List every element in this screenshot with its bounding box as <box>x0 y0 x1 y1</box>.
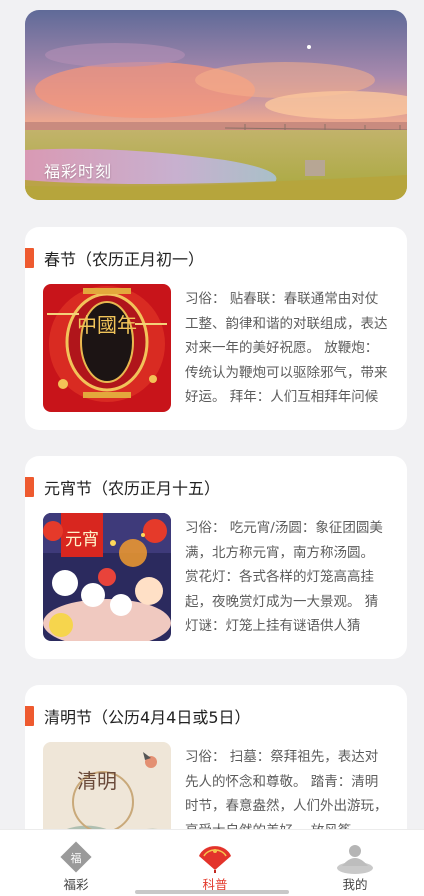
card-title: 元宵节（农历正月十五） <box>44 479 221 498</box>
home-indicator <box>135 890 289 894</box>
accent-bar <box>25 706 34 726</box>
festival-card-lantern[interactable]: 元宵节（农历正月十五） 元宵 习俗： 吃元宵/汤圆：象征团圆美满，北方称元宵，南… <box>25 456 407 659</box>
image-text: 元宵 <box>65 530 99 550</box>
accent-bar <box>25 248 34 268</box>
tab-profile[interactable]: 我的 <box>285 830 424 896</box>
fan-icon <box>196 840 234 878</box>
card-header: 清明节（公历4月4日或5日） <box>25 705 251 727</box>
bottom-tab-bar: 福 福彩 科普 我的 <box>0 829 424 896</box>
card-description: 习俗： 吃元宵/汤圆：象征团圆美满，北方称元宵，南方称汤圆。 赏花灯：各式各样的… <box>185 520 383 634</box>
tab-label: 我的 <box>342 877 368 892</box>
hero-banner[interactable]: 福彩时刻 <box>25 10 407 200</box>
festival-card-spring[interactable]: 春节（农历正月初一） 中國年 习俗： 贴春联：春联通常由对仗工整、韵律和谐的对联… <box>25 227 407 430</box>
card-title: 清明节（公历4月4日或5日） <box>44 708 251 727</box>
lantern-festival-image: 元宵 <box>43 513 171 641</box>
tab-science[interactable]: 科普 <box>145 830 285 896</box>
user-icon <box>336 840 374 878</box>
card-header: 元宵节（农历正月十五） <box>25 476 220 498</box>
hero-caption: 福彩时刻 <box>44 162 113 181</box>
tab-lottery[interactable]: 福 福彩 <box>6 830 146 896</box>
image-text: 清明 <box>77 769 117 793</box>
lottery-diamond-icon: 福 <box>59 840 93 878</box>
accent-bar <box>25 477 34 497</box>
image-text: 中國年 <box>77 313 137 337</box>
card-title: 春节（农历正月初一） <box>44 250 205 269</box>
card-description: 习俗： 贴春联：春联通常由对仗工整、韵律和谐的对联组成，表达对来一年的美好祝愿。… <box>185 291 388 405</box>
spring-festival-image: 中國年 <box>43 284 171 412</box>
card-header: 春节（农历正月初一） <box>25 247 204 269</box>
svg-text:福: 福 <box>71 851 82 865</box>
tab-label: 福彩 <box>63 877 89 892</box>
